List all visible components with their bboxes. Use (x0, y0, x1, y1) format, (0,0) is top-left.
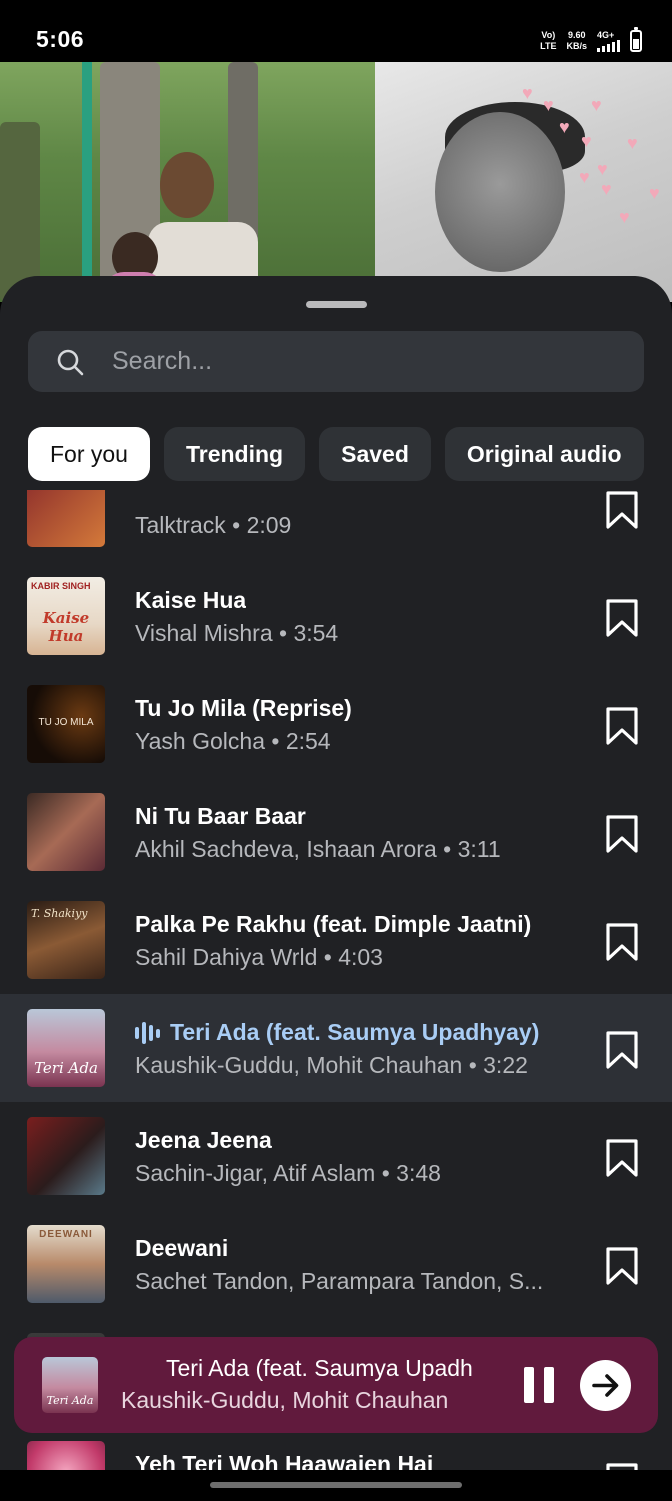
song-title: Tu Jo Mila (Reprise) (135, 695, 352, 721)
sheet-drag-handle[interactable] (306, 301, 367, 308)
song-subtitle: Akhil Sachdeva, Ishaan Arora • 3:11 (135, 836, 501, 862)
battery-icon (630, 27, 642, 52)
arrow-right-icon (592, 1374, 619, 1397)
speed-value: 9.60 (567, 30, 586, 40)
song-row[interactable]: T. Shakiyy Palka Pe Rakhu (feat. Dimple … (0, 886, 672, 994)
album-art-text: DEEWANI (39, 1229, 93, 1240)
pause-icon (524, 1367, 534, 1403)
album-art-text: Teri Ada (34, 1059, 98, 1077)
album-art-text: T. Shakiyy (31, 907, 88, 920)
pause-button[interactable] (522, 1367, 556, 1403)
bookmark-icon[interactable] (604, 706, 640, 746)
song-subtitle: Vishal Mishra • 3:54 (135, 620, 339, 646)
song-title: Ni Tu Baar Baar (135, 803, 306, 829)
player-album-art-text: Teri Ada (46, 1394, 94, 1407)
bookmark-icon[interactable] (604, 1138, 640, 1178)
album-art-text: TU JO MILA (38, 717, 94, 728)
song-row[interactable]: Talktrack • 2:09 (0, 490, 672, 562)
song-title: Palka Pe Rakhu (feat. Dimple Jaatni) (135, 911, 532, 937)
album-art (27, 1117, 105, 1195)
song-title: Jeena Jeena (135, 1127, 272, 1153)
song-row[interactable]: DEEWANI Deewani Sachet Tandon, Parampara… (0, 1210, 672, 1318)
search-bar[interactable] (28, 331, 644, 392)
song-title: Kaise Hua (135, 587, 247, 613)
tab-saved[interactable]: Saved (319, 427, 431, 481)
network-speed: 9.60 KB/s (566, 30, 587, 52)
lte-label: LTE (540, 41, 557, 51)
album-art (27, 793, 105, 871)
photo-right: ♥ ♥ ♥ ♥ ♥ ♥ ♥ ♥ ♥ ♥ ♥ (375, 62, 672, 302)
tab-trending[interactable]: Trending (163, 427, 306, 481)
system-nav-bar (0, 1470, 672, 1501)
signal-icon: 4G+ (597, 30, 620, 52)
album-art: T. Shakiyy (27, 901, 105, 979)
home-gesture-handle[interactable] (210, 1482, 462, 1488)
song-subtitle: Talktrack • 2:09 (135, 512, 292, 538)
album-art (27, 490, 105, 547)
status-bar: 5:06 Vo) LTE 9.60 KB/s 4G+ (0, 0, 672, 62)
bookmark-icon[interactable] (604, 1030, 640, 1070)
signal-bars (597, 40, 620, 52)
album-art-caption: KABIR SINGH (31, 581, 91, 591)
music-picker-sheet: For you Trending Saved Original audio Ta… (0, 276, 672, 1501)
song-row[interactable]: TU JO MILA Tu Jo Mila (Reprise) Yash Gol… (0, 670, 672, 778)
bookmark-icon[interactable] (604, 598, 640, 638)
search-icon (57, 349, 84, 376)
status-time: 5:06 (36, 26, 85, 52)
tab-original-audio[interactable]: Original audio (444, 427, 644, 481)
bookmark-icon[interactable] (604, 490, 640, 530)
photo-left (0, 62, 375, 302)
album-art: DEEWANI (27, 1225, 105, 1303)
song-subtitle: Kaushik-Guddu, Mohit Chauhan • 3:22 (135, 1052, 528, 1078)
song-subtitle: Yash Golcha • 2:54 (135, 728, 331, 754)
song-row[interactable]: Ni Tu Baar Baar Akhil Sachdeva, Ishaan A… (0, 778, 672, 886)
category-tabs: For you Trending Saved Original audio (28, 427, 644, 481)
song-subtitle: Sahil Dahiya Wrld • 4:03 (135, 944, 383, 970)
song-row[interactable]: KABIR SINGH Kaise Hua Kaise Hua Vishal M… (0, 562, 672, 670)
album-art: TU JO MILA (27, 685, 105, 763)
song-title: Teri Ada (feat. Saumya Upadhyay) (170, 1019, 540, 1045)
signal-type: 4G+ (597, 30, 615, 40)
search-input[interactable] (112, 331, 612, 392)
now-playing-equalizer-icon (135, 1022, 161, 1044)
player-album-art: Teri Ada (42, 1357, 98, 1413)
song-title: Deewani (135, 1235, 229, 1261)
player-song-title: Teri Ada (feat. Saumya Upadh (166, 1355, 473, 1381)
album-art: KABIR SINGH Kaise Hua (27, 577, 105, 655)
album-art-text: Kaise Hua (42, 609, 90, 645)
song-subtitle: Sachet Tandon, Parampara Tandon, S... (135, 1268, 544, 1294)
next-button[interactable] (580, 1360, 631, 1411)
volte-indicator: Vo) LTE (540, 30, 556, 52)
album-art: Teri Ada (27, 1009, 105, 1087)
mini-player[interactable]: Teri Ada Teri Ada (feat. Saumya Upadh Ka… (14, 1337, 658, 1433)
bookmark-icon[interactable] (604, 922, 640, 962)
song-subtitle: Sachin-Jigar, Atif Aslam • 3:48 (135, 1160, 441, 1186)
song-row-now-playing[interactable]: Teri Ada Teri Ada (feat. Saumya Upadhyay… (0, 994, 672, 1102)
status-icons: Vo) LTE 9.60 KB/s 4G+ (540, 27, 642, 54)
song-row[interactable]: Jeena Jeena Sachin-Jigar, Atif Aslam • 3… (0, 1102, 672, 1210)
bookmark-icon[interactable] (604, 1246, 640, 1286)
background-photo: ♥ ♥ ♥ ♥ ♥ ♥ ♥ ♥ ♥ ♥ ♥ (0, 62, 672, 302)
bookmark-icon[interactable] (604, 814, 640, 854)
volte-label: Vo) (541, 30, 556, 40)
tab-for-you[interactable]: For you (28, 427, 150, 481)
speed-unit: KB/s (566, 41, 587, 51)
player-artist: Kaushik-Guddu, Mohit Chauhan (121, 1387, 449, 1413)
